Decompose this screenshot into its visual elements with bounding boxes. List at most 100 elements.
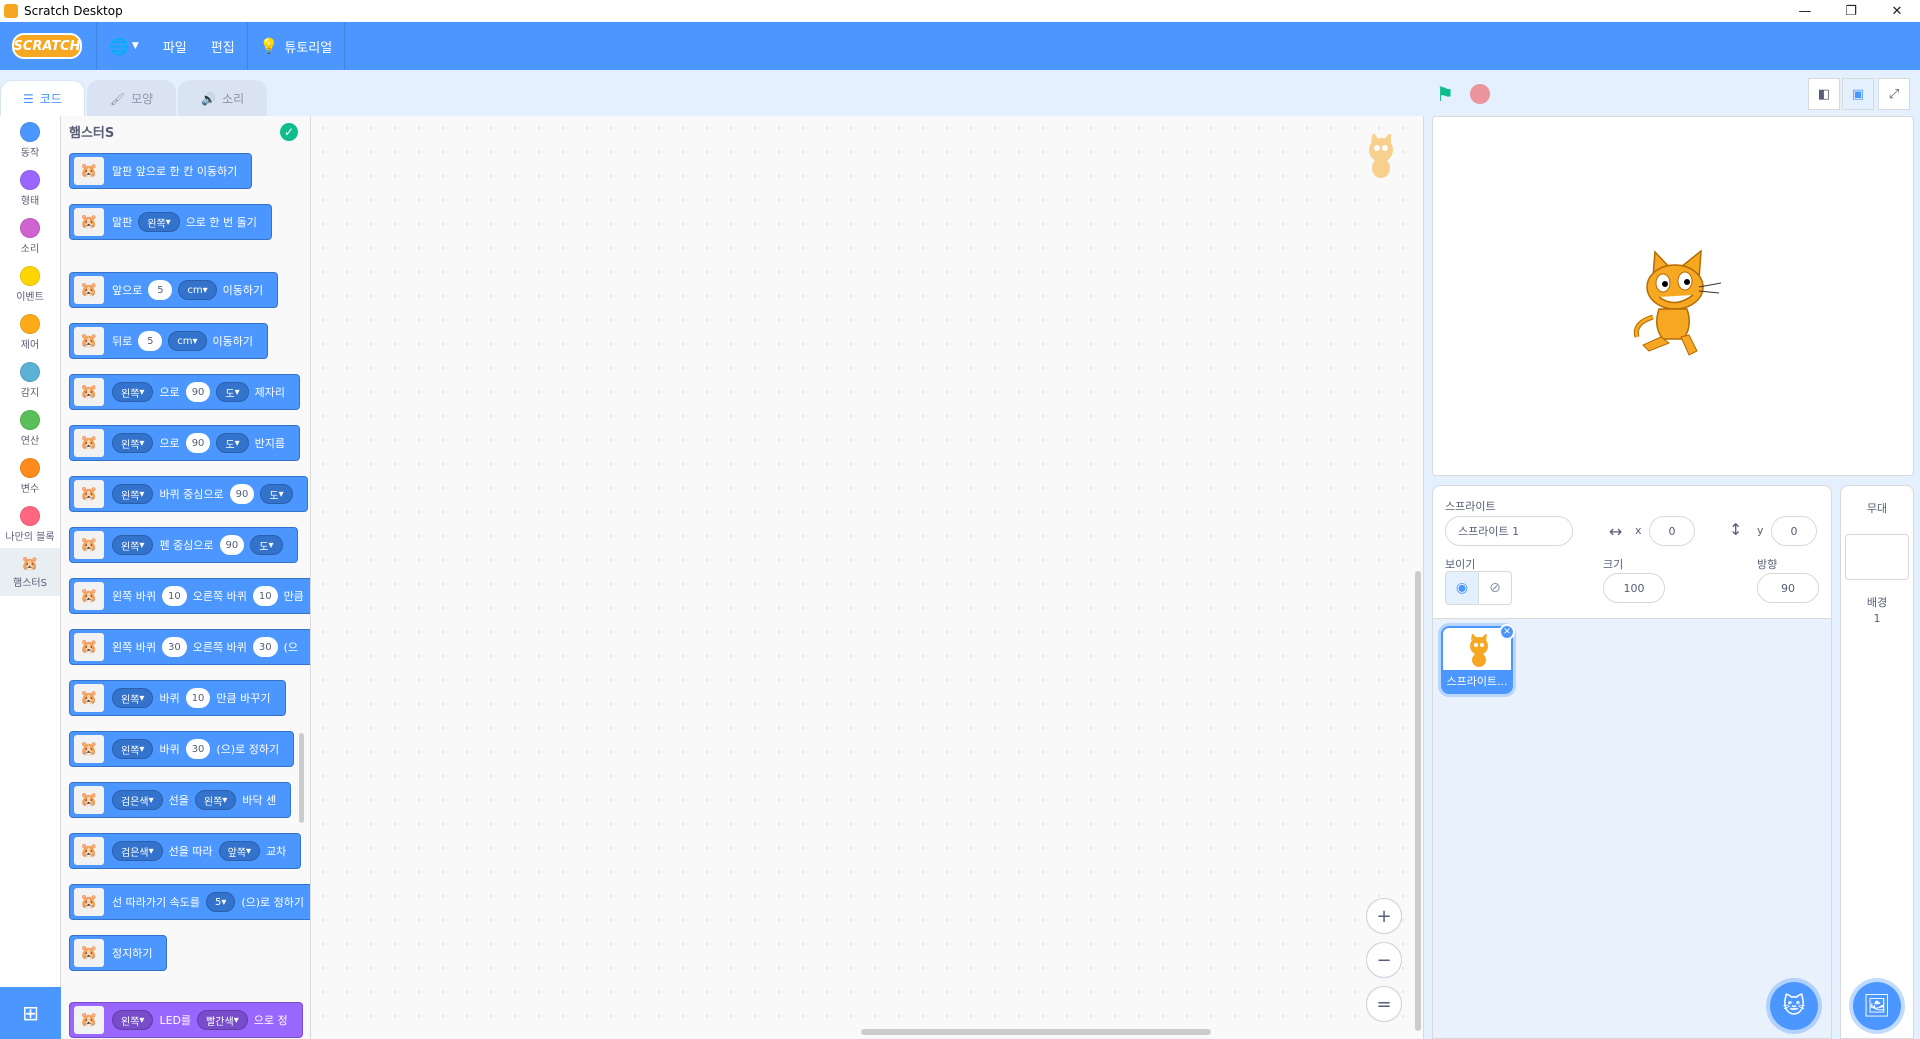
category-variables[interactable]: 변수 xyxy=(0,452,60,500)
workspace-vertical-scrollbar[interactable] xyxy=(1415,571,1421,1031)
number-input[interactable]: 30 xyxy=(252,637,278,657)
number-input[interactable]: 10 xyxy=(185,688,211,708)
minimize-button[interactable]: — xyxy=(1782,0,1828,22)
category-control[interactable]: 제어 xyxy=(0,308,60,356)
stage-thumbnail[interactable] xyxy=(1845,534,1909,580)
block-follow-line-sensor[interactable]: 🐹 검은색 ▾ 선을 왼쪽 ▾ 바닥 센 xyxy=(69,782,292,818)
block-dropdown[interactable]: cm ▾ xyxy=(168,331,207,351)
number-input[interactable]: 30 xyxy=(161,637,187,657)
block-set-wheel[interactable]: 🐹 왼쪽 ▾ 바퀴 30 (으)로 정하기 xyxy=(69,731,295,767)
block-board-turn[interactable]: 🐹 말판 왼쪽 ▾ 으로 한 번 돌기 xyxy=(69,204,272,240)
number-input[interactable]: 90 xyxy=(185,433,211,453)
restore-button[interactable]: ❐ xyxy=(1828,0,1874,22)
choose-sprite-button[interactable]: 🐱 xyxy=(1770,982,1818,1030)
block-dropdown[interactable]: 도 ▾ xyxy=(216,382,249,402)
file-menu[interactable]: 파일 xyxy=(151,22,199,70)
category-sound[interactable]: 소리 xyxy=(0,212,60,260)
block-dropdown[interactable]: 왼쪽 ▾ xyxy=(112,688,154,708)
tab-sounds[interactable]: 🔊 소리 xyxy=(178,80,268,116)
edit-menu[interactable]: 편집 xyxy=(199,22,247,70)
number-input[interactable]: 10 xyxy=(252,586,278,606)
block-dropdown[interactable]: 빨간색 ▾ xyxy=(197,1010,248,1030)
number-input[interactable]: 90 xyxy=(229,484,255,504)
block-line-speed[interactable]: 🐹 선 따라가기 속도를 5 ▾ (으)로 정하기 xyxy=(69,884,310,920)
block-dropdown[interactable]: 도 ▾ xyxy=(260,484,293,504)
y-input[interactable]: 0 xyxy=(1771,516,1817,546)
block-turn-in-place[interactable]: 🐹 왼쪽 ▾ 으로 90 도 ▾ 제자리 xyxy=(69,374,301,410)
block-turn-radius[interactable]: 🐹 왼쪽 ▾ 으로 90 도 ▾ 반지름 xyxy=(69,425,301,461)
category-events[interactable]: 이벤트 xyxy=(0,260,60,308)
direction-input[interactable]: 90 xyxy=(1757,573,1819,603)
block-move-backward[interactable]: 🐹 뒤로 5 cm ▾ 이동하기 xyxy=(69,323,269,359)
block-set-both-wheels[interactable]: 🐹 왼쪽 바퀴 30 오른쪽 바퀴 30 (으 xyxy=(69,629,310,665)
stage[interactable] xyxy=(1432,116,1914,476)
zoom-in-button[interactable]: + xyxy=(1366,898,1402,934)
category-motion[interactable]: 동작 xyxy=(0,116,60,164)
block-dropdown[interactable]: 5 ▾ xyxy=(205,892,236,912)
show-sprite-button[interactable]: ◉ xyxy=(1445,571,1479,605)
block-dropdown[interactable]: 왼쪽 ▾ xyxy=(112,739,154,759)
workspace-horizontal-scrollbar[interactable] xyxy=(861,1029,1211,1035)
block-dropdown[interactable]: 왼쪽 ▾ xyxy=(138,212,180,232)
code-workspace[interactable]: + − = xyxy=(311,116,1424,1039)
category-hamster-s[interactable]: 🐹 햄스터S xyxy=(0,548,60,596)
number-input[interactable]: 5 xyxy=(148,280,173,300)
block-text: (으)로 정하기 xyxy=(216,743,280,756)
size-input[interactable]: 100 xyxy=(1603,573,1665,603)
category-looks[interactable]: 형태 xyxy=(0,164,60,212)
block-dropdown[interactable]: 왼쪽 ▾ xyxy=(112,433,154,453)
block-text: 바닥 센 xyxy=(242,794,277,807)
block-dropdown[interactable]: 왼쪽 ▾ xyxy=(194,790,237,810)
close-button[interactable]: ✕ xyxy=(1874,0,1920,22)
tab-code[interactable]: ☰ 코드 xyxy=(0,80,85,116)
block-dropdown[interactable]: 도 ▾ xyxy=(250,535,283,555)
number-input[interactable]: 10 xyxy=(161,586,187,606)
block-board-forward[interactable]: 🐹 말판 앞으로 한 칸 이동하기 xyxy=(69,153,253,189)
block-dropdown[interactable]: 앞쪽 ▾ xyxy=(218,841,261,861)
sprite-name-input[interactable]: 스프라이트 1 xyxy=(1445,516,1573,546)
category-operators[interactable]: 연산 xyxy=(0,404,60,452)
block-dropdown[interactable]: 도 ▾ xyxy=(216,433,249,453)
delete-sprite-button[interactable]: ✕ xyxy=(1499,624,1515,640)
cat-sprite[interactable] xyxy=(1623,247,1723,357)
zoom-reset-button[interactable]: = xyxy=(1366,986,1402,1022)
block-set-led[interactable]: 🐹 왼쪽 ▾ LED를 빨간색 ▾ 으로 정 xyxy=(69,1002,303,1038)
stop-button[interactable] xyxy=(1470,84,1490,104)
block-change-both-wheels[interactable]: 🐹 왼쪽 바퀴 10 오른쪽 바퀴 10 만큼 xyxy=(69,578,310,614)
block-dropdown[interactable]: 검은색 ▾ xyxy=(112,841,163,861)
block-dropdown[interactable]: 검은색 ▾ xyxy=(112,790,163,810)
number-input[interactable]: 30 xyxy=(185,739,211,759)
category-my-blocks[interactable]: 나만의 블록 xyxy=(0,500,60,548)
block-move-forward[interactable]: 🐹 앞으로 5 cm ▾ 이동하기 xyxy=(69,272,279,308)
block-change-wheel[interactable]: 🐹 왼쪽 ▾ 바퀴 10 만큼 바꾸기 xyxy=(69,680,286,716)
number-input[interactable]: 90 xyxy=(185,382,211,402)
add-extension-button[interactable]: ⊞ xyxy=(0,987,61,1039)
small-stage-button[interactable]: ◧ xyxy=(1808,78,1840,110)
number-input[interactable]: 5 xyxy=(138,331,163,351)
block-dropdown[interactable]: 왼쪽 ▾ xyxy=(112,535,154,555)
block-turn-pen-center[interactable]: 🐹 왼쪽 ▾ 펜 중심으로 90 도 ▾ xyxy=(69,527,298,563)
tab-costumes[interactable]: 🖌 모양 xyxy=(86,80,177,116)
x-input[interactable]: 0 xyxy=(1649,516,1695,546)
zoom-out-button[interactable]: − xyxy=(1366,942,1402,978)
block-turn-wheel-center[interactable]: 🐹 왼쪽 ▾ 바퀴 중심으로 90 도 ▾ xyxy=(69,476,308,512)
block-dropdown[interactable]: 왼쪽 ▾ xyxy=(112,1010,154,1030)
palette-scrollbar[interactable] xyxy=(299,733,304,823)
hide-sprite-button[interactable]: ⊘ xyxy=(1478,571,1512,605)
language-menu[interactable]: 🌐 ▼ xyxy=(97,22,151,70)
normal-stage-button[interactable]: ▣ xyxy=(1842,78,1874,110)
block-dropdown[interactable]: cm ▾ xyxy=(178,280,217,300)
block-follow-line-cross[interactable]: 🐹 검은색 ▾ 선을 따라 앞쪽 ▾ 교차 xyxy=(69,833,302,869)
sprite-thumbnail[interactable]: ✕ 스프라이트... xyxy=(1441,624,1515,694)
choose-backdrop-button[interactable]: 🖼 xyxy=(1853,982,1901,1030)
category-sensing[interactable]: 감지 xyxy=(0,356,60,404)
number-input[interactable]: 90 xyxy=(219,535,245,555)
block-dropdown[interactable]: 왼쪽 ▾ xyxy=(112,382,154,402)
fullscreen-button[interactable]: ⤢ xyxy=(1878,78,1910,110)
scratch-logo[interactable]: SCRATCH xyxy=(12,33,82,59)
block-dropdown[interactable]: 왼쪽 ▾ xyxy=(112,484,154,504)
block-stop[interactable]: 🐹 정지하기 xyxy=(69,935,168,971)
green-flag-button[interactable]: ⚑ xyxy=(1436,82,1454,106)
stage-selector[interactable]: 무대 배경 1 xyxy=(1840,485,1914,1039)
tutorials-menu[interactable]: 💡 튜토리얼 xyxy=(248,22,345,70)
